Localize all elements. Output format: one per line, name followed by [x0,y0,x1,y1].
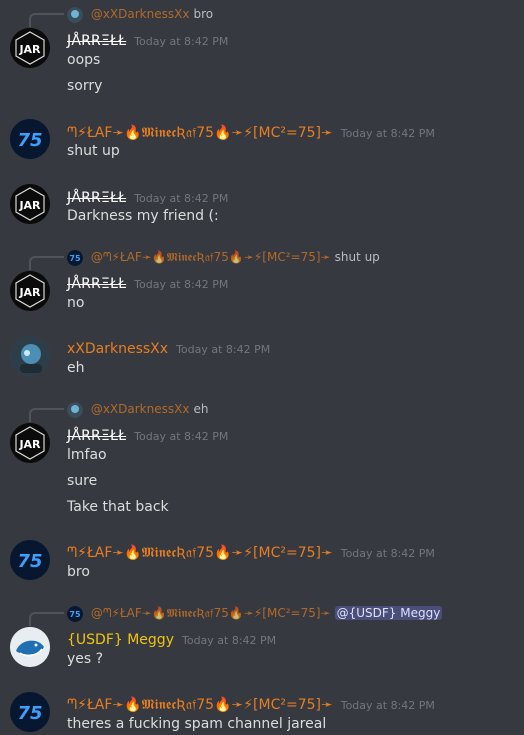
seventy-five-badge-icon: 75 [67,605,83,622]
username[interactable]: ᘉ⚡ŁAF➛🔥𝕸𝖎𝖓𝖊𝖈Ʀ𝔞𝔣75🔥➛⚡[MC²=75]➛ [67,697,333,713]
mention[interactable]: @{USDF} Meggy [334,606,443,620]
message-text: Take that back [67,499,169,515]
timestamp: Today at 8:42 PM [134,278,229,291]
username[interactable]: JÅRRΞŁŁ [67,428,126,444]
reply-spine [29,408,64,422]
reply-spine [29,612,64,626]
message-header: JÅRRΞŁŁ Today at 8:42 PM [67,187,228,206]
timestamp: Today at 8:42 PM [340,127,435,140]
reply-preview[interactable]: 75 @ᘉ⚡ŁAF➛🔥𝕸𝖎𝖓𝖊𝖈Ʀ𝔞𝔣75🔥➛⚡[MC²=75]➛ shut up [29,248,380,270]
reply-text: eh [193,402,209,416]
timestamp: Today at 8:42 PM [134,430,229,443]
message-header: {USDF} Meggy Today at 8:42 PM [67,629,276,648]
message-text: oops [67,52,101,68]
reply-preview[interactable]: 75 @ᘉ⚡ŁAF➛🔥𝕸𝖎𝖓𝖊𝖈Ʀ𝔞𝔣75🔥➛⚡[MC²=75]➛ @{USDF}… [29,604,443,626]
jar-badge-icon[interactable]: JAR [10,423,50,463]
seventy-five-badge-icon[interactable]: 75 [10,540,50,580]
message-text: Darkness my friend (: [67,208,219,224]
reply-author[interactable]: @xXDarknessXx [91,7,190,21]
jar-badge-icon[interactable]: JAR [10,271,50,311]
message-text: sorry [67,78,103,94]
timestamp: Today at 8:42 PM [340,547,435,560]
message-header: ᘉ⚡ŁAF➛🔥𝕸𝖎𝖓𝖊𝖈Ʀ𝔞𝔣75🔥➛⚡[MC²=75]➛ Today at 8:… [67,122,435,141]
message-text: sure [67,473,98,489]
svg-text:JAR: JAR [18,438,41,451]
username[interactable]: ᘉ⚡ŁAF➛🔥𝕸𝖎𝖓𝖊𝖈Ʀ𝔞𝔣75🔥➛⚡[MC²=75]➛ [67,125,333,141]
username[interactable]: ᘉ⚡ŁAF➛🔥𝕸𝖎𝖓𝖊𝖈Ʀ𝔞𝔣75🔥➛⚡[MC²=75]➛ [67,545,333,561]
message-header: JÅRRΞŁŁ Today at 8:42 PM [67,273,228,292]
seventy-five-badge-icon[interactable]: 75 [10,692,50,732]
message-header: ᘉ⚡ŁAF➛🔥𝕸𝖎𝖓𝖊𝖈Ʀ𝔞𝔣75🔥➛⚡[MC²=75]➛ Today at 8:… [67,694,435,713]
robot-avatar-icon [67,401,83,418]
message-header: JÅRRΞŁŁ Today at 8:42 PM [67,425,228,444]
message-text: shut up [67,143,120,159]
username[interactable]: JÅRRΞŁŁ [67,33,126,49]
reply-preview[interactable]: @xXDarknessXx eh [29,400,209,422]
username[interactable]: JÅRRΞŁŁ [67,190,126,206]
svg-text:75: 75 [17,130,42,151]
seventy-five-badge-icon[interactable]: 75 [10,119,50,159]
message-text: eh [67,360,85,376]
reply-text: shut up [334,250,380,264]
timestamp: Today at 8:42 PM [134,192,229,205]
jar-badge-icon[interactable]: JAR [10,28,50,68]
reply-author[interactable]: @xXDarknessXx [91,402,190,416]
whale-avatar-icon[interactable] [10,627,50,667]
jar-badge-icon[interactable]: JAR [10,184,50,224]
seventy-five-badge-icon: 75 [67,249,83,266]
svg-text:75: 75 [69,610,81,619]
timestamp: Today at 8:42 PM [134,35,229,48]
timestamp: Today at 8:42 PM [176,343,271,356]
reply-author[interactable]: @ᘉ⚡ŁAF➛🔥𝕸𝖎𝖓𝖊𝖈Ʀ𝔞𝔣75🔥➛⚡[MC²=75]➛ [91,606,331,620]
svg-text:75: 75 [17,551,42,572]
username[interactable]: JÅRRΞŁŁ [67,276,126,292]
message-text: theres a fucking spam channel jareal [67,716,327,732]
svg-text:JAR: JAR [18,43,41,56]
svg-text:JAR: JAR [18,286,41,299]
reply-spine [29,13,64,27]
username[interactable]: {USDF} Meggy [67,632,174,648]
message-text: bro [67,564,90,580]
username[interactable]: xXDarknessXx [67,341,168,357]
message-text: no [67,295,85,311]
robot-avatar-icon[interactable] [10,336,50,376]
message-header: ᘉ⚡ŁAF➛🔥𝕸𝖎𝖓𝖊𝖈Ʀ𝔞𝔣75🔥➛⚡[MC²=75]➛ Today at 8:… [67,542,435,561]
robot-avatar-icon [67,6,83,23]
svg-text:75: 75 [17,703,42,724]
timestamp: Today at 8:42 PM [181,634,277,647]
timestamp: Today at 8:42 PM [340,699,435,712]
svg-text:75: 75 [69,254,81,263]
message-header: JÅRRΞŁŁ Today at 8:42 PM [67,30,228,49]
reply-author[interactable]: @ᘉ⚡ŁAF➛🔥𝕸𝖎𝖓𝖊𝖈Ʀ𝔞𝔣75🔥➛⚡[MC²=75]➛ [91,250,331,264]
message-text: lmfao [67,447,107,463]
reply-spine [29,256,64,270]
message-text: yes ? [67,651,104,667]
reply-preview[interactable]: @xXDarknessXx bro [29,5,214,27]
svg-text:JAR: JAR [18,199,41,212]
message-header: xXDarknessXx Today at 8:42 PM [67,338,270,357]
reply-text: bro [193,7,214,21]
